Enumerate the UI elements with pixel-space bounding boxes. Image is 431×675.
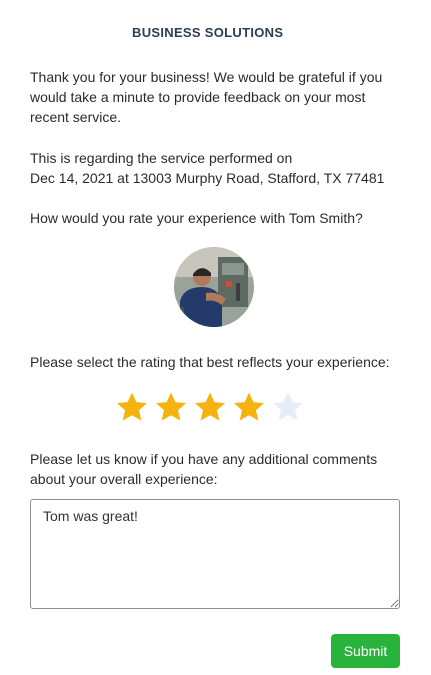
comments-textarea[interactable]: Tom was great! [30, 499, 400, 609]
star-filled-icon[interactable] [233, 391, 265, 423]
technician-photo-icon [174, 247, 254, 327]
intro-text: Thank you for your business! We would be… [30, 69, 383, 125]
rating-question: How would you rate your experience with … [30, 210, 363, 226]
star-filled-icon[interactable] [194, 391, 226, 423]
star-filled-icon[interactable] [155, 391, 187, 423]
service-line-2: Dec 14, 2021 at 13003 Murphy Road, Staff… [30, 170, 385, 186]
comments-prompt: Please let us know if you have any addit… [30, 451, 378, 487]
hvac-logo: BUSINESS SOLUTIONS [112, 0, 322, 44]
star-rating[interactable] [116, 391, 304, 431]
star-filled-icon[interactable] [116, 391, 148, 423]
logo-mark [128, 0, 298, 14]
technician-avatar [174, 247, 254, 327]
rating-prompt: Please select the rating that best refle… [30, 354, 390, 370]
service-line-1: This is regarding the service performed … [30, 150, 293, 166]
submit-button[interactable]: Submit [331, 634, 400, 668]
logo-tagline: BUSINESS SOLUTIONS [132, 25, 284, 40]
star-empty-icon[interactable] [272, 391, 304, 423]
